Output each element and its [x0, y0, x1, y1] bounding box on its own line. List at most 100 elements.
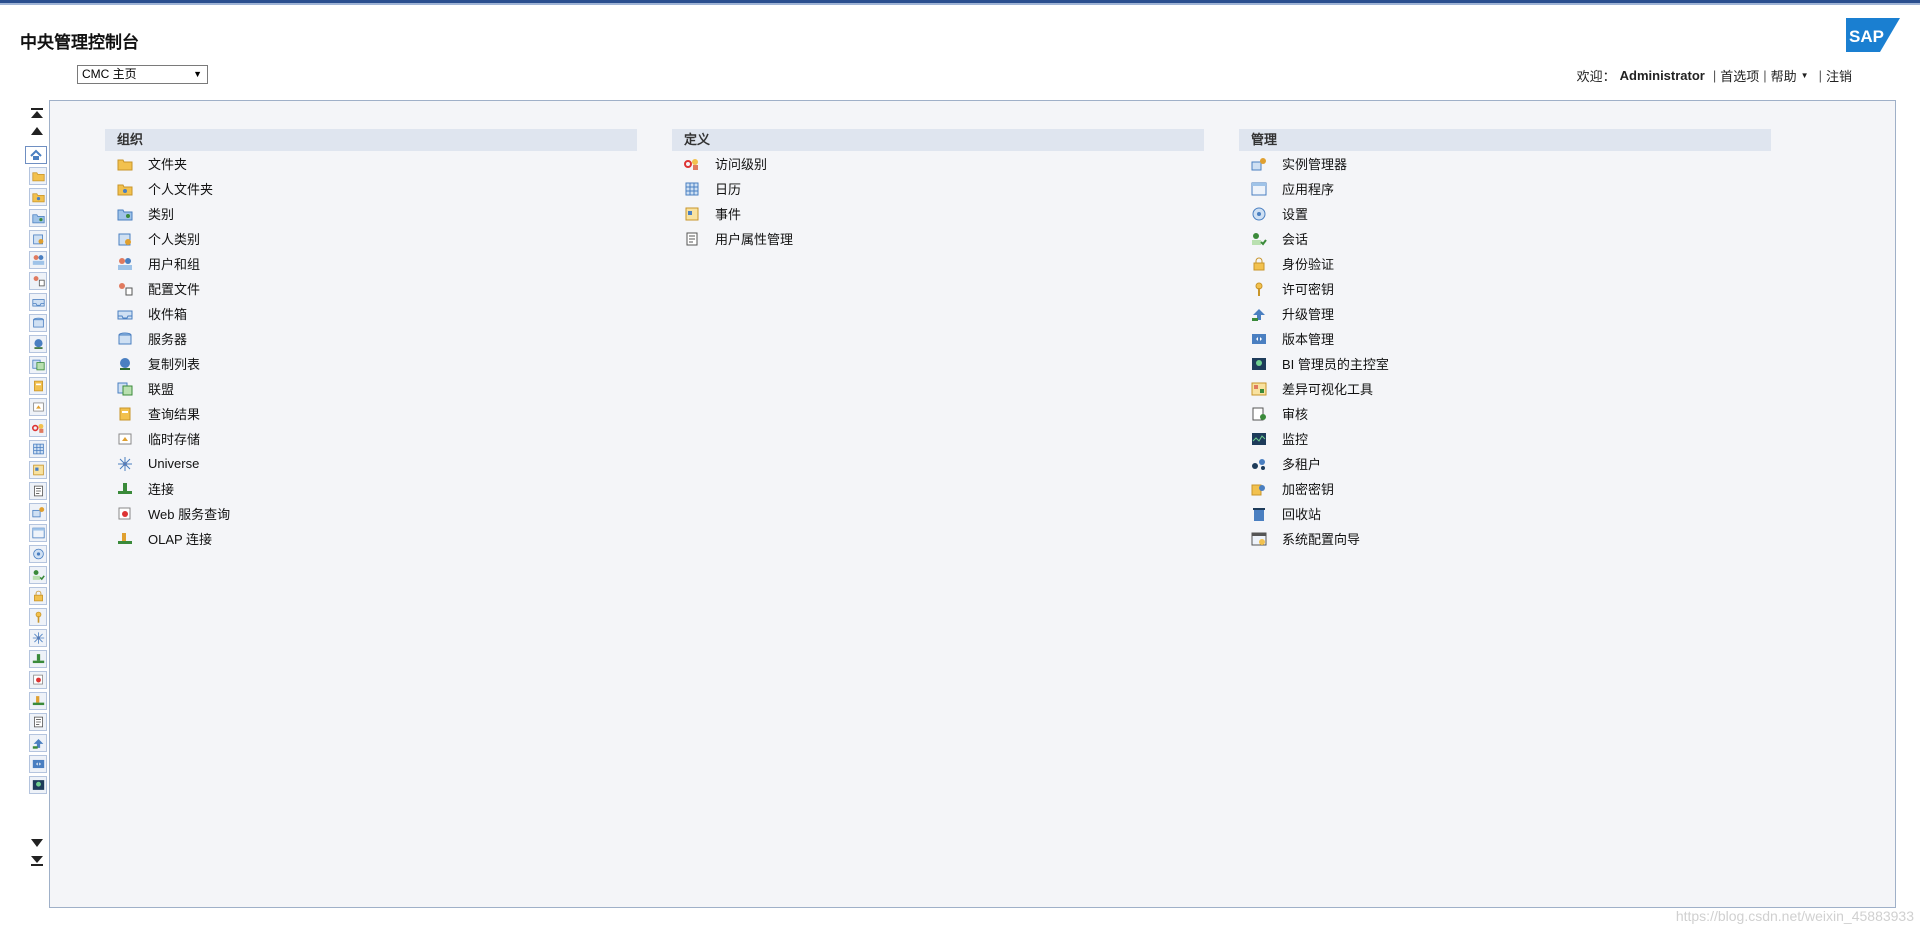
- manage-item[interactable]: 监控: [1239, 426, 1771, 451]
- user-attribute-icon[interactable]: [29, 482, 47, 500]
- organize-item[interactable]: 复制列表: [105, 351, 637, 376]
- manage-item[interactable]: 身份验证: [1239, 251, 1771, 276]
- folder-icon[interactable]: [29, 167, 47, 185]
- top-accent-bar-light: [0, 3, 1920, 5]
- manage-item[interactable]: 许可密钥: [1239, 276, 1771, 301]
- organize-item[interactable]: 服务器: [105, 326, 637, 351]
- organize-item[interactable]: 连接: [105, 476, 637, 501]
- organize-item-label: 服务器: [148, 332, 188, 347]
- temp-storage-icon[interactable]: [29, 398, 47, 416]
- scroll-top-icon[interactable]: [28, 104, 45, 121]
- manage-item[interactable]: 差异可视化工具: [1239, 376, 1771, 401]
- define-item[interactable]: 事件: [672, 201, 1204, 226]
- manage-item[interactable]: 审核: [1239, 401, 1771, 426]
- authentication-icon[interactable]: [29, 587, 47, 605]
- manage-item-label: 监控: [1282, 432, 1309, 447]
- define-item[interactable]: 访问级别: [672, 151, 1204, 176]
- manage-item[interactable]: 系统配置向导: [1239, 526, 1771, 551]
- manage-item[interactable]: 会话: [1239, 226, 1771, 251]
- olap-icon: [117, 531, 133, 547]
- scroll-bottom-icon[interactable]: [28, 852, 45, 869]
- personal-category-icon[interactable]: [29, 230, 47, 248]
- access-level-icon[interactable]: [29, 419, 47, 437]
- manage-item[interactable]: 升级管理: [1239, 301, 1771, 326]
- server-icon: [117, 331, 133, 347]
- audit-icon: [1251, 406, 1267, 422]
- organize-item[interactable]: 配置文件: [105, 276, 637, 301]
- manage-item[interactable]: 加密密钥: [1239, 476, 1771, 501]
- organize-item-label: 用户和组: [148, 257, 201, 272]
- manage-item[interactable]: 实例管理器: [1239, 151, 1771, 176]
- server-icon[interactable]: [29, 314, 47, 332]
- organize-item[interactable]: 临时存储: [105, 426, 637, 451]
- replication-icon: [117, 356, 133, 372]
- navigation-dropdown[interactable]: CMC 主页 ▼: [77, 65, 208, 84]
- multitenant-icon: [1251, 456, 1267, 472]
- version-icon[interactable]: [29, 755, 47, 773]
- replication-icon[interactable]: [29, 335, 47, 353]
- category-icon[interactable]: [29, 209, 47, 227]
- logoff-link[interactable]: 注销: [1826, 66, 1852, 85]
- home-icon[interactable]: [25, 146, 47, 164]
- license-key-icon[interactable]: [29, 608, 47, 626]
- chevron-down-icon: ▼: [193, 69, 202, 79]
- applications-icon[interactable]: [29, 524, 47, 542]
- help-menu[interactable]: 帮助: [1771, 66, 1797, 85]
- section-header-define: 定义: [672, 129, 1204, 151]
- manage-item[interactable]: BI 管理员的主控室: [1239, 351, 1771, 376]
- organize-item[interactable]: 联盟: [105, 376, 637, 401]
- organize-item-label: 文件夹: [148, 157, 188, 172]
- organize-item[interactable]: Web 服务查询: [105, 501, 637, 526]
- manage-item[interactable]: 应用程序: [1239, 176, 1771, 201]
- visual-diff-icon: [1251, 381, 1267, 397]
- olap-icon[interactable]: [29, 692, 47, 710]
- navigation-dropdown-value: CMC 主页: [82, 67, 137, 81]
- profile-icon[interactable]: [29, 272, 47, 290]
- watermark: https://blog.csdn.net/weixin_45883933: [1675, 908, 1914, 924]
- organize-item[interactable]: 文件夹: [105, 151, 637, 176]
- manage-item-label: BI 管理员的主控室: [1282, 357, 1389, 372]
- organize-item[interactable]: 用户和组: [105, 251, 637, 276]
- manage-item[interactable]: 版本管理: [1239, 326, 1771, 351]
- query-results-icon[interactable]: [29, 377, 47, 395]
- federation-icon[interactable]: [29, 356, 47, 374]
- upgrade-icon[interactable]: [29, 734, 47, 752]
- define-item[interactable]: 用户属性管理: [672, 226, 1204, 251]
- upgrade-icon: [1251, 306, 1267, 322]
- connection-icon[interactable]: [29, 650, 47, 668]
- sessions-icon[interactable]: [29, 566, 47, 584]
- preferences-link[interactable]: 首选项: [1720, 66, 1759, 85]
- chevron-down-icon[interactable]: ▼: [1801, 71, 1809, 80]
- organize-item[interactable]: 查询结果: [105, 401, 637, 426]
- bi-admin-icon[interactable]: [29, 776, 47, 794]
- personal-folder-icon[interactable]: [29, 188, 47, 206]
- separator: |: [1818, 68, 1822, 83]
- organize-item[interactable]: Universe: [105, 451, 637, 476]
- universe-icon[interactable]: [29, 629, 47, 647]
- web-service-icon[interactable]: [29, 671, 47, 689]
- event-icon: [684, 206, 700, 222]
- organize-item[interactable]: OLAP 连接: [105, 526, 637, 551]
- manage-item[interactable]: 回收站: [1239, 501, 1771, 526]
- manage-item[interactable]: 多租户: [1239, 451, 1771, 476]
- calendar-icon[interactable]: [29, 440, 47, 458]
- inbox-icon[interactable]: [29, 293, 47, 311]
- event-icon[interactable]: [29, 461, 47, 479]
- instance-manager-icon[interactable]: [29, 503, 47, 521]
- universe-icon: [117, 456, 133, 472]
- user-attribute-icon[interactable]: [29, 713, 47, 731]
- define-item[interactable]: 日历: [672, 176, 1204, 201]
- scroll-up-icon[interactable]: [28, 122, 45, 139]
- organize-item[interactable]: 类别: [105, 201, 637, 226]
- users-icon[interactable]: [29, 251, 47, 269]
- organize-item-label: 查询结果: [148, 407, 201, 422]
- organize-item[interactable]: 个人文件夹: [105, 176, 637, 201]
- username: Administrator: [1619, 68, 1705, 83]
- manage-item-label: 多租户: [1282, 457, 1322, 472]
- manage-item-label: 许可密钥: [1282, 282, 1335, 297]
- organize-item[interactable]: 收件箱: [105, 301, 637, 326]
- settings-icon[interactable]: [29, 545, 47, 563]
- scroll-down-icon[interactable]: [28, 834, 45, 851]
- organize-item[interactable]: 个人类别: [105, 226, 637, 251]
- manage-item[interactable]: 设置: [1239, 201, 1771, 226]
